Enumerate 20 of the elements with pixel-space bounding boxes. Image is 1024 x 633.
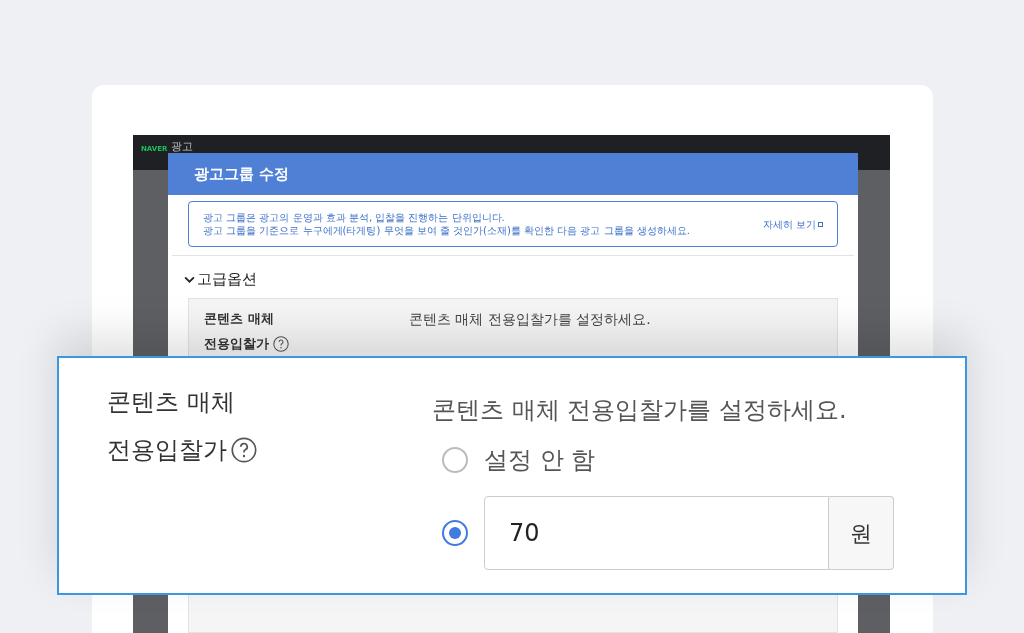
option-label: 콘텐츠 매체 <box>107 387 236 418</box>
option-label: 전용입찰가 <box>107 435 227 466</box>
modal-title: 광고그룹 수정 <box>194 163 290 185</box>
radio-button[interactable] <box>442 520 468 546</box>
details-link[interactable]: 자세히 보기 <box>762 216 823 232</box>
option-prompt: 콘텐츠 매체 전용입찰가를 설정하세요. <box>432 395 848 426</box>
section-title[interactable]: 고급옵션 <box>197 268 257 291</box>
unit-label: 원 <box>829 496 894 570</box>
help-icon[interactable] <box>273 335 289 352</box>
brand-text: 광고 <box>171 141 194 152</box>
radio-button[interactable] <box>442 447 468 473</box>
option-prompt: 콘텐츠 매체 전용입찰가를 설정하세요. <box>409 309 651 329</box>
info-text: 광고 그룹은 광고의 운영과 효과 분석, 입찰을 진행하는 단위입니다. <box>203 212 506 223</box>
help-icon[interactable] <box>231 437 257 463</box>
amount-input[interactable]: 70 <box>484 496 829 570</box>
option-label: 전용입찰가 <box>204 335 269 353</box>
radio-label[interactable]: 설정 안 함 <box>484 442 596 478</box>
external-link-icon <box>818 221 823 227</box>
info-text: 광고 그룹을 기준으로 누구에게(타게팅) 무엇을 보여 줄 것인가(소재)를 확인한 다음 광고 그룹을 생성하세요. <box>203 225 690 236</box>
option-label: 콘텐츠 매체 <box>204 309 275 328</box>
